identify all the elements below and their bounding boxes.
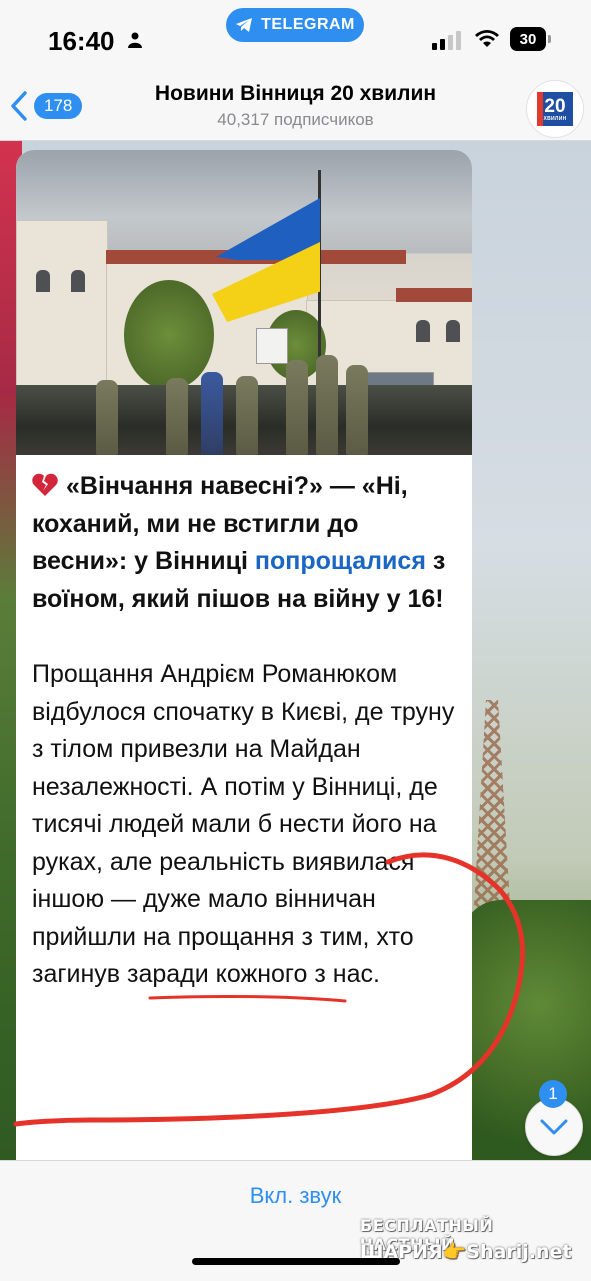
broken-heart-icon — [32, 473, 58, 496]
home-indicator[interactable] — [192, 1258, 400, 1265]
new-messages-badge: 1 — [539, 1080, 567, 1108]
battery-icon: 30 — [510, 27, 552, 51]
chevron-left-icon — [11, 91, 27, 121]
chat-header: Новини Вінниця 20 хвилин 40,317 подписчи… — [0, 80, 591, 141]
back-button[interactable]: 178 — [10, 86, 83, 126]
channel-logo: 20 ХВИЛИН — [537, 92, 573, 126]
channel-title[interactable]: Новини Вінниця 20 хвилин — [0, 82, 591, 106]
status-time: 16:40 — [48, 26, 115, 56]
message-bubble: «Вінчання навесні?» — «Ні, коханий, ми н… — [16, 150, 472, 1180]
person-icon — [128, 32, 142, 48]
status-bar: 16:40 TELEGRAM 30 — [0, 0, 591, 80]
telegram-plane-icon — [236, 18, 253, 32]
telegram-pill-label: TELEGRAM — [261, 16, 355, 33]
message-title: «Вінчання навесні?» — «Ні, коханий, ми н… — [32, 468, 460, 618]
unread-count-badge: 178 — [34, 93, 83, 119]
channel-avatar[interactable]: 20 ХВИЛИН — [526, 80, 584, 138]
subscriber-count: 40,317 подписчиков — [217, 110, 374, 129]
wifi-icon — [475, 30, 499, 47]
message-text: «Вінчання навесні?» — «Ні, коханий, ми н… — [32, 468, 460, 994]
chevron-down-icon — [540, 1119, 568, 1135]
message-body: Прощання Андрієм Романюком відбулося спо… — [32, 660, 455, 988]
cellular-signal-icon — [432, 31, 461, 50]
channel-logo-subtext: ХВИЛИН — [543, 115, 567, 122]
battery-level: 30 — [510, 27, 546, 51]
telegram-return-pill[interactable]: TELEGRAM — [226, 8, 364, 42]
message-photo[interactable] — [16, 150, 472, 455]
unmute-button[interactable]: Вкл. звук — [0, 1183, 591, 1209]
channel-logo-number: 20 — [544, 95, 566, 117]
message-title-link[interactable]: попрощалися — [255, 547, 426, 575]
